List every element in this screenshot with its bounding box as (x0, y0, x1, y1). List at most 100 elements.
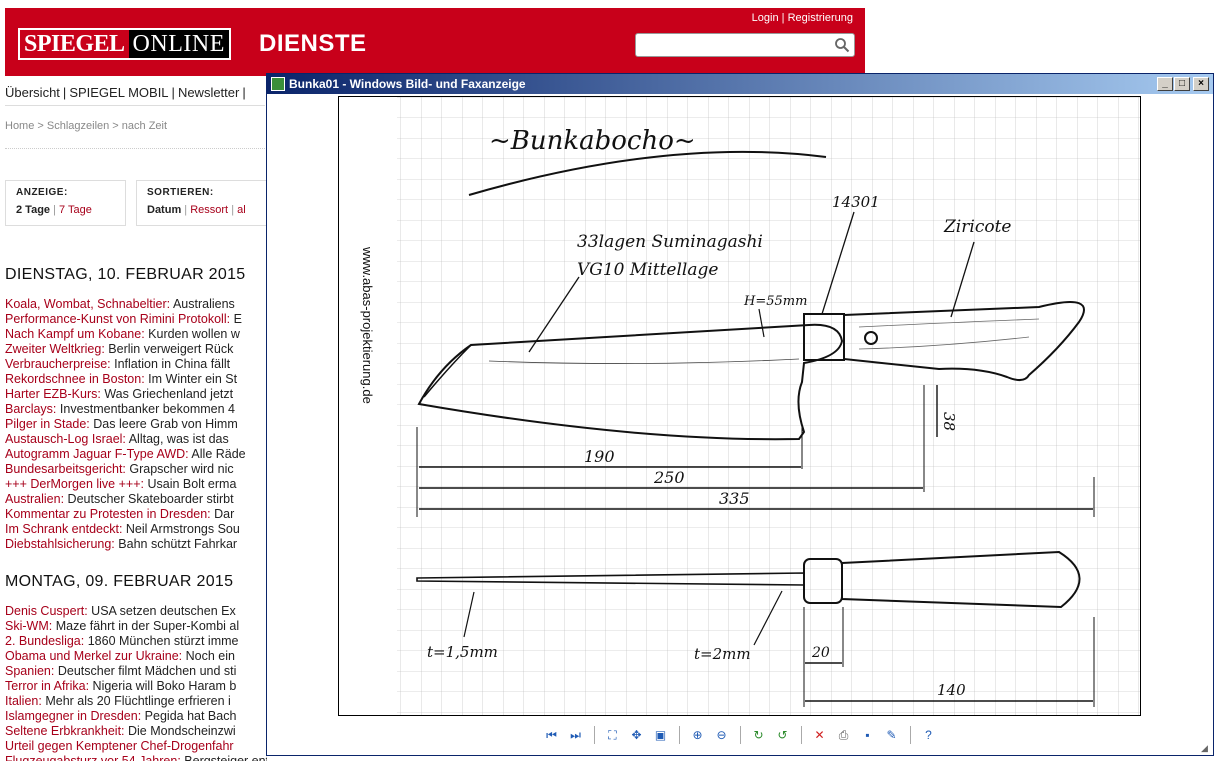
headline-kicker[interactable]: Verbraucherpreise: (5, 357, 111, 371)
list-item[interactable]: 2. Bundesliga: 1860 München stürzt imme (5, 634, 267, 649)
headline-title[interactable]: Das leere Grab von Himm (93, 417, 238, 431)
headline-kicker[interactable]: Australien: (5, 492, 64, 506)
image-viewer-window[interactable]: Bunka01 - Windows Bild- und Faxanzeige _… (266, 73, 1214, 756)
list-item[interactable]: Rekordschnee in Boston: Im Winter ein St (5, 372, 267, 387)
list-item[interactable]: Im Schrank entdeckt: Neil Armstrongs Sou (5, 522, 267, 537)
headline-title[interactable]: Kurden wollen w (148, 327, 240, 341)
headline-kicker[interactable]: Koala, Wombat, Schnabeltier: (5, 297, 170, 311)
headline-kicker[interactable]: Zweiter Weltkrieg: (5, 342, 105, 356)
list-item[interactable]: Bundesarbeitsgericht: Grapscher wird nic (5, 462, 267, 477)
headline-kicker[interactable]: +++ DerMorgen live +++: (5, 477, 144, 491)
list-item[interactable]: Denis Cuspert: USA setzen deutschen Ex (5, 604, 267, 619)
minimize-button[interactable]: _ (1157, 77, 1173, 91)
headline-title[interactable]: Berlin verweigert Rück (108, 342, 233, 356)
headline-title[interactable]: Die Mondscheinzwi (128, 724, 236, 738)
headline-title[interactable]: Deutscher filmt Mädchen und sti (58, 664, 237, 678)
nav-item-newsletter[interactable]: Newsletter (178, 80, 239, 106)
next-image-icon[interactable]: ⏭ (565, 725, 587, 745)
list-item[interactable]: Autogramm Jaguar F-Type AWD: Alle Räde (5, 447, 267, 462)
list-item[interactable]: Pilger in Stade: Das leere Grab von Himm (5, 417, 267, 432)
list-item[interactable]: Islamgegner in Dresden: Pegida hat Bach (5, 709, 267, 724)
headline-kicker[interactable]: Im Schrank entdeckt: (5, 522, 122, 536)
headline-title[interactable]: Noch ein (186, 649, 235, 663)
maximize-button[interactable]: □ (1174, 77, 1190, 91)
headline-title[interactable]: Investmentbanker bekommen 4 (60, 402, 235, 416)
headline-title[interactable]: Mehr als 20 Flüchtlinge erfrieren i (45, 694, 231, 708)
headline-kicker[interactable]: Performance-Kunst von Rimini Protokoll: (5, 312, 230, 326)
login-link[interactable]: Login (752, 12, 779, 24)
actual-size-icon[interactable]: ✥ (626, 725, 648, 745)
headline-kicker[interactable]: Austausch-Log Israel: (5, 432, 126, 446)
edit-icon[interactable]: ✎ (881, 725, 903, 745)
zoom-out-icon[interactable]: ⊖ (711, 725, 733, 745)
headline-title[interactable]: Inflation in China fällt (114, 357, 230, 371)
list-item[interactable]: Zweiter Weltkrieg: Berlin verweigert Rüc… (5, 342, 267, 357)
list-item[interactable]: Australien: Deutscher Skateboarder stirb… (5, 492, 267, 507)
sort-by-more[interactable]: al (237, 204, 246, 216)
headline-title[interactable]: Deutscher Skateboarder stirbt (68, 492, 234, 506)
list-item[interactable]: Seltene Erbkrankheit: Die Mondscheinzwi (5, 724, 267, 739)
headline-kicker[interactable]: Rekordschnee in Boston: (5, 372, 145, 386)
list-item[interactable]: Harter EZB-Kurs: Was Griechenland jetzt (5, 387, 267, 402)
list-item[interactable]: Kommentar zu Protesten in Dresden: Dar (5, 507, 267, 522)
list-item[interactable]: Spanien: Deutscher filmt Mädchen und sti (5, 664, 267, 679)
headline-kicker[interactable]: Harter EZB-Kurs: (5, 387, 101, 401)
list-item[interactable]: Urteil gegen Kemptener Chef-Drogenfahr (5, 739, 267, 754)
list-item[interactable]: Ski-WM: Maze fährt in der Super-Kombi al (5, 619, 267, 634)
headline-title[interactable]: Im Winter ein St (148, 372, 237, 386)
headline-title[interactable]: Was Griechenland jetzt (104, 387, 233, 401)
headline-kicker[interactable]: Spanien: (5, 664, 54, 678)
headline-kicker[interactable]: Italien: (5, 694, 42, 708)
headline-title[interactable]: Nigeria will Boko Haram b (93, 679, 237, 693)
sort-by-ressort[interactable]: Ressort (190, 204, 228, 216)
headline-title[interactable]: Bahn schützt Fahrkar (118, 537, 237, 551)
headline-title[interactable]: USA setzen deutschen Ex (91, 604, 236, 618)
list-item[interactable]: +++ DerMorgen live +++: Usain Bolt erma (5, 477, 267, 492)
headline-kicker[interactable]: Obama und Merkel zur Ukraine: (5, 649, 182, 663)
headline-kicker[interactable]: Seltene Erbkrankheit: (5, 724, 125, 738)
headline-kicker[interactable]: Islamgegner in Dresden: (5, 709, 141, 723)
filter-7-days[interactable]: 7 Tage (59, 204, 92, 216)
headline-kicker[interactable]: Kommentar zu Protesten in Dresden: (5, 507, 211, 521)
headline-kicker[interactable]: Terror in Afrika: (5, 679, 89, 693)
list-item[interactable]: Obama und Merkel zur Ukraine: Noch ein (5, 649, 267, 664)
headline-kicker[interactable]: Nach Kampf um Kobane: (5, 327, 145, 341)
headline-title[interactable]: Dar (214, 507, 234, 521)
best-fit-icon[interactable]: ⛶ (602, 725, 624, 745)
list-item[interactable]: Austausch-Log Israel: Alltag, was ist da… (5, 432, 267, 447)
window-titlebar[interactable]: Bunka01 - Windows Bild- und Faxanzeige _… (267, 74, 1213, 94)
headline-kicker[interactable]: Autogramm Jaguar F-Type AWD: (5, 447, 189, 461)
help-icon[interactable]: ? (918, 725, 940, 745)
list-item[interactable]: Barclays: Investmentbanker bekommen 4 (5, 402, 267, 417)
filter-2-days[interactable]: 2 Tage (16, 204, 50, 216)
list-item[interactable]: Diebstahlsicherung: Bahn schützt Fahrkar (5, 537, 267, 552)
headline-kicker[interactable]: Barclays: (5, 402, 56, 416)
headline-title[interactable]: 1860 München stürzt imme (88, 634, 239, 648)
rotate-clockwise-icon[interactable]: ↻ (748, 725, 770, 745)
previous-image-icon[interactable]: ⏮ (541, 725, 563, 745)
close-button[interactable]: × (1193, 77, 1209, 91)
save-icon[interactable]: ▪ (857, 725, 879, 745)
headline-kicker[interactable]: Urteil gegen Kemptener Chef-Drogenfahr (5, 739, 234, 753)
headline-kicker[interactable]: Pilger in Stade: (5, 417, 90, 431)
list-item[interactable]: Terror in Afrika: Nigeria will Boko Hara… (5, 679, 267, 694)
displayed-image[interactable]: www.abas-projektierung.de ~Bunkabocho~ 3… (338, 96, 1141, 716)
nav-item-uebersicht[interactable]: Übersicht (5, 80, 60, 106)
headline-title[interactable]: Bergsteiger entdecken Wrack in der Anden… (184, 754, 267, 761)
rotate-counterclockwise-icon[interactable]: ↺ (772, 725, 794, 745)
headline-kicker[interactable]: 2. Bundesliga: (5, 634, 84, 648)
zoom-in-icon[interactable]: ⊕ (687, 725, 709, 745)
print-icon[interactable]: ⎙ (833, 725, 855, 745)
list-item[interactable]: Koala, Wombat, Schnabeltier: Australiens (5, 297, 267, 312)
site-logo[interactable]: SPIEGEL ONLINE (18, 28, 231, 60)
headline-title[interactable]: Usain Bolt erma (147, 477, 236, 491)
headline-title[interactable]: E (234, 312, 242, 326)
search-input[interactable] (635, 33, 855, 57)
headline-kicker[interactable]: Flugzeugabsturz vor 54 Jahren: (5, 754, 181, 761)
headline-title[interactable]: Australiens (173, 297, 235, 311)
list-item[interactable]: Flugzeugabsturz vor 54 Jahren: Bergsteig… (5, 754, 267, 761)
headline-kicker[interactable]: Ski-WM: (5, 619, 52, 633)
nav-item-spiegel-mobil[interactable]: SPIEGEL MOBIL (69, 80, 168, 106)
headline-kicker[interactable]: Denis Cuspert: (5, 604, 88, 618)
sort-by-date[interactable]: Datum (147, 204, 181, 216)
